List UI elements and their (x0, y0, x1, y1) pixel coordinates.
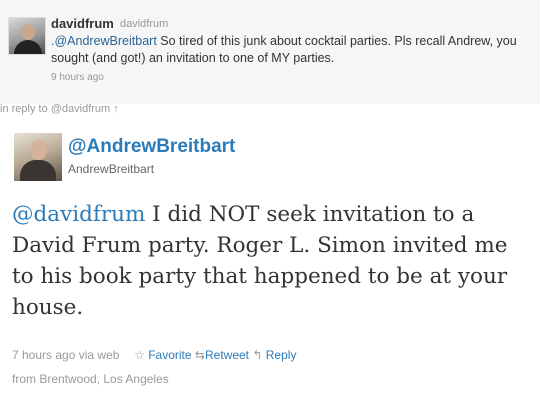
avatar-body (14, 40, 42, 54)
parent-timestamp[interactable]: 9 hours ago (51, 72, 104, 83)
star-icon: ☆ (134, 348, 145, 362)
in-reply-to-link[interactable]: in reply to @davidfrum ↑ (0, 103, 119, 115)
favorite-label: Favorite (148, 348, 192, 362)
in-reply-to-text: in reply to @davidfrum (0, 103, 111, 115)
via-source: via web (78, 348, 120, 362)
tweet-meta: 7 hours ago via web ☆ Favorite ⇆Retweet … (12, 348, 296, 362)
parent-mention-link[interactable]: .@AndrewBreitbart (51, 34, 157, 48)
author-name[interactable]: @AndrewBreitbart (68, 136, 235, 158)
retweet-icon: ⇆ (194, 348, 205, 362)
avatar-head (30, 140, 47, 160)
reply-icon: ↰ (252, 348, 263, 362)
retweet-label: Retweet (204, 348, 250, 362)
retweet-button[interactable]: ⇆Retweet (195, 348, 252, 362)
parent-tweet-text: .@AndrewBreitbart So tired of this junk … (51, 33, 521, 67)
parent-avatar[interactable] (8, 17, 46, 55)
favorite-button[interactable]: ☆ Favorite (134, 348, 195, 362)
avatar-body (20, 160, 56, 181)
mention-link[interactable]: @davidfrum (12, 202, 145, 227)
tweet-text: @davidfrum I did NOT seek invitation to … (12, 199, 532, 323)
parent-tweet: davidfrum davidfrum .@AndrewBreitbart So… (0, 0, 540, 104)
up-arrow-icon: ↑ (113, 103, 119, 115)
author-avatar[interactable] (14, 133, 62, 181)
parent-author-handle: davidfrum (120, 18, 169, 30)
timestamp-link[interactable]: 7 hours ago (12, 348, 75, 362)
avatar-head (21, 24, 35, 40)
parent-author-name[interactable]: davidfrum (51, 16, 114, 31)
reply-label: Reply (265, 348, 297, 362)
reply-button[interactable]: ↰ Reply (252, 348, 296, 362)
tweet-location: from Brentwood, Los Angeles (12, 372, 169, 386)
author-username: AndrewBreitbart (68, 162, 155, 176)
